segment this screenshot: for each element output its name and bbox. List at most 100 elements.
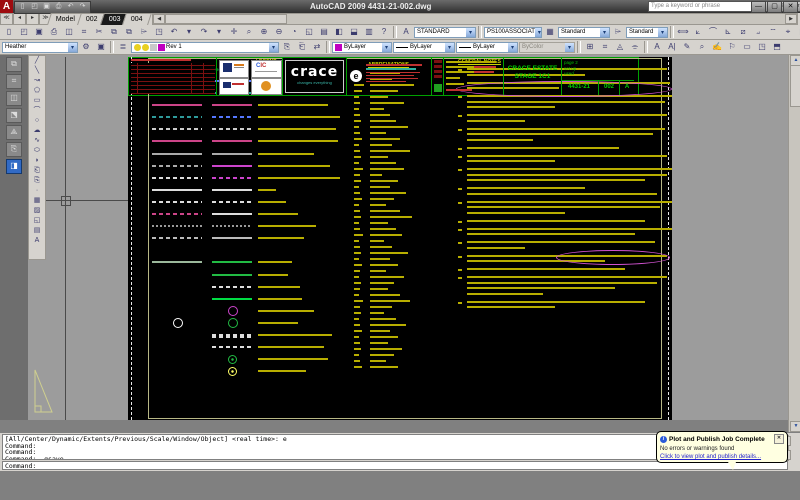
undo-icon[interactable]: ↶ [65,2,76,12]
layer-tool-icon-1[interactable]: ⎗ [295,40,309,54]
scroll-right-button[interactable]: ▶ [785,14,797,24]
dim-icon-2[interactable]: ⌒ [706,25,720,39]
tb2-mid-icon-1[interactable]: ⌗ [598,40,612,54]
tb1-icon-13[interactable]: ↷ [197,25,211,39]
tb1-icon-7[interactable]: ⧉ [107,25,121,39]
tb1-icon-15[interactable]: ✛ [227,25,241,39]
dim-style-combo[interactable]: PS100ASSOCIAT ▾ [484,26,542,38]
text-tool-icon-0[interactable]: A [650,40,664,54]
workspace-combo[interactable]: Heather ▾ [2,41,78,53]
tb2-mid-icon-3[interactable]: ⌯ [628,40,642,54]
draw-icon-10[interactable]: ◗ [30,156,44,166]
tb1-icon-22[interactable]: ◧ [332,25,346,39]
scroll-thumb[interactable] [790,65,800,107]
text-tool-icon-6[interactable]: ▭ [740,40,754,54]
layer-tool-icon-0[interactable]: ⎘ [280,40,294,54]
mleader-style-combo[interactable]: Standard ▾ [626,26,668,38]
tb1-icon-4[interactable]: ◫ [62,25,76,39]
dock-icon-5[interactable]: ⎘ [6,142,22,157]
text-tool-icon-8[interactable]: ⬒ [770,40,784,54]
tb1-icon-25[interactable]: ? [377,25,391,39]
dim-icon-3[interactable]: ⊾ [721,25,735,39]
tb1-icon-21[interactable]: ▤ [317,25,331,39]
draw-icon-18[interactable]: A [30,236,44,246]
draw-icon-15[interactable]: ▨ [30,206,44,216]
tb1-icon-1[interactable]: ◰ [17,25,31,39]
tb1-icon-11[interactable]: ↶ [167,25,181,39]
search-input[interactable]: Type a keyword or phrase [648,1,762,12]
tb1-icon-9[interactable]: ⌲ [137,25,151,39]
linetype-combo[interactable]: ByLayer ▾ [393,41,455,53]
horizontal-scrollbar[interactable]: ◀ ▶ [152,13,798,25]
draw-icon-2[interactable]: ↝ [30,76,44,86]
layer-tool-icon-2[interactable]: ⇄ [310,40,324,54]
dock-icon-1[interactable]: ⌗ [6,74,22,89]
draw-icon-3[interactable]: ⬠ [30,86,44,96]
workspace-icon-0[interactable]: ⚙ [79,40,93,54]
paper-sheet[interactable]: LEGEND EXISTING PROPOSED ABBREVIATIONS G… [128,57,672,420]
vertical-scrollbar[interactable]: ▲ ▼ [788,55,800,432]
tb1-icon-19[interactable]: ◔ [287,25,301,39]
text-tool-icon-7[interactable]: ◳ [755,40,769,54]
draw-icon-13[interactable]: · [30,186,44,196]
tb1-icon-18[interactable]: ⊖ [272,25,286,39]
minimize-button[interactable]: — [751,1,766,13]
table-style-icon[interactable]: ▦ [543,25,557,39]
draw-icon-7[interactable]: ☁ [30,126,44,136]
text-tool-icon-3[interactable]: ⌕ [695,40,709,54]
tb1-icon-0[interactable]: ▯ [2,25,16,39]
text-style-combo[interactable]: STANDARD ▾ [414,26,476,38]
draw-icon-9[interactable]: ⬭ [30,146,44,156]
dim-icon-5[interactable]: ⟓ [751,25,765,39]
tb1-icon-5[interactable]: ⌗ [77,25,91,39]
tb1-icon-17[interactable]: ⊕ [257,25,271,39]
tb1-icon-16[interactable]: ⌕ [242,25,256,39]
draw-icon-16[interactable]: ◱ [30,216,44,226]
tab-nav-0[interactable]: ≪ [0,13,13,25]
draw-icon-5[interactable]: ⌒ [30,106,44,116]
draw-icon-14[interactable]: ▦ [30,196,44,206]
sun-icon[interactable] [142,43,149,51]
balloon-details-link[interactable]: Click to view plot and publish details..… [660,454,784,460]
tab-nav-1[interactable]: ◂ [13,13,26,25]
table-style-combo[interactable]: Standard ▾ [558,26,610,38]
dock-icon-2[interactable]: ◫ [6,91,22,106]
autocad-logo-icon[interactable]: A [0,0,13,13]
dim-icon-4[interactable]: ⧄ [736,25,750,39]
tab-004[interactable]: 004 [122,13,153,25]
draw-icon-8[interactable]: ∿ [30,136,44,146]
dim-icon-8[interactable]: ◨ [796,25,800,39]
tb1-icon-3[interactable]: ⎙ [47,25,61,39]
tb1-icon-12[interactable]: ▾ [182,25,196,39]
scroll-thumb[interactable] [165,14,288,24]
text-tool-icon-1[interactable]: A| [665,40,679,54]
tb2-mid-icon-2[interactable]: ◬ [613,40,627,54]
text-tool-icon-5[interactable]: ⚐ [725,40,739,54]
dim-icon-7[interactable]: ⌖ [781,25,795,39]
tb1-icon-20[interactable]: ◱ [302,25,316,39]
draw-icon-6[interactable]: ○ [30,116,44,126]
plot-icon[interactable]: ⎙ [53,2,64,12]
close-icon[interactable]: ✕ [774,434,784,444]
dock-icon-3[interactable]: ⬔ [6,108,22,123]
text-style-icon[interactable]: A [399,25,413,39]
redo-icon[interactable]: ↷ [77,2,88,12]
draw-icon-4[interactable]: ▭ [30,96,44,106]
text-tool-icon-4[interactable]: ✍ [710,40,724,54]
dock-icon-0[interactable]: ⧉ [6,57,22,72]
scroll-left-button[interactable]: ◀ [153,14,166,24]
bulb-icon[interactable] [134,43,141,51]
draw-icon-0[interactable]: ╱ [30,56,44,66]
maximize-button[interactable]: ▢ [767,1,782,13]
draw-icon-12[interactable]: ⎘ [30,176,44,186]
workspace-icon-1[interactable]: ▣ [94,40,108,54]
tab-nav-2[interactable]: ▸ [26,13,39,25]
tb1-icon-10[interactable]: ◳ [152,25,166,39]
tb2-mid-icon-0[interactable]: ⊞ [583,40,597,54]
mleader-style-icon[interactable]: ⌲ [611,25,625,39]
tb1-icon-2[interactable]: ▣ [32,25,46,39]
color-combo[interactable]: ByLayer ▾ [332,41,392,53]
tb1-icon-8[interactable]: ⧉ [122,25,136,39]
lock-icon[interactable] [150,43,157,51]
scroll-down-button[interactable]: ▼ [790,421,800,432]
